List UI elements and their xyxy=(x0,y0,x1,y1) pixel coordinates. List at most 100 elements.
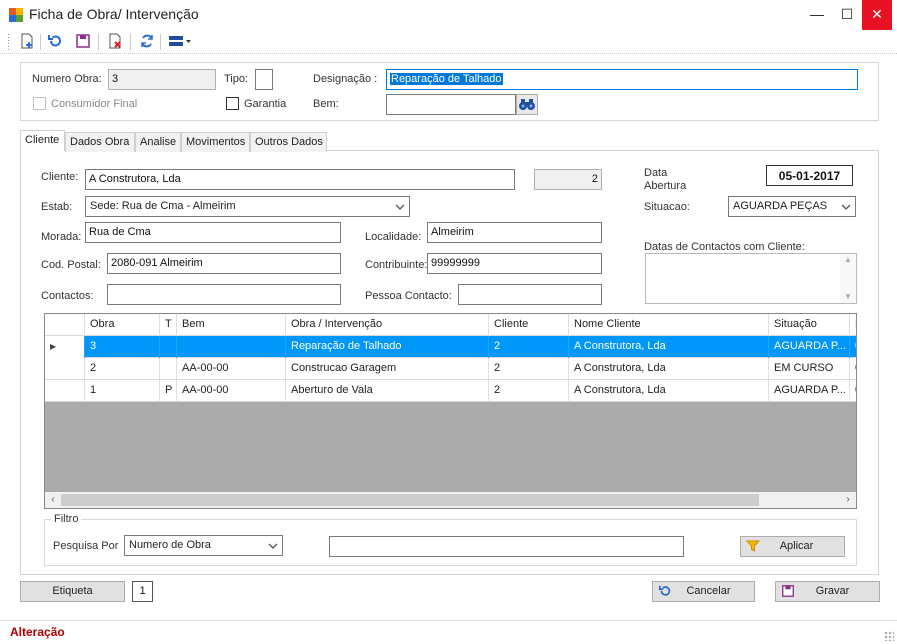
cell-t[interactable] xyxy=(160,336,177,358)
column-header-d[interactable]: D xyxy=(850,314,856,336)
filtro-search-input[interactable] xyxy=(329,536,684,557)
row-selector[interactable]: ▶ xyxy=(45,336,85,358)
cell-nome-cliente[interactable]: A Construtora, Lda xyxy=(569,336,769,358)
numero-obra-field[interactable]: 3 xyxy=(108,69,216,90)
localidade-field[interactable]: Almeirim xyxy=(427,222,602,243)
datas-contactos-textarea[interactable]: ▲ ▼ xyxy=(645,253,857,304)
contribuinte-field[interactable]: 99999999 xyxy=(427,253,602,274)
cell-obra[interactable]: 2 xyxy=(85,358,160,380)
tab-dados-obra[interactable]: Dados Obra xyxy=(65,132,135,152)
cell-d[interactable]: 0 xyxy=(850,380,856,402)
tipo-field[interactable] xyxy=(255,69,273,90)
cell-situacao[interactable]: AGUARDA P... xyxy=(769,336,850,358)
delete-icon[interactable] xyxy=(106,33,124,51)
column-header-obra[interactable]: Obra xyxy=(85,314,160,336)
cell-t[interactable] xyxy=(160,358,177,380)
column-header-intervencao[interactable]: Obra / Intervenção xyxy=(286,314,489,336)
toolbar-grip xyxy=(8,34,9,50)
estab-select[interactable]: Sede: Rua de Cma - Almeirim xyxy=(85,196,410,217)
estab-label: Estab: xyxy=(41,201,73,213)
cell-situacao[interactable]: EM CURSO xyxy=(769,358,850,380)
column-header-bem[interactable]: Bem xyxy=(177,314,286,336)
cliente-number-field[interactable]: 2 xyxy=(534,169,602,190)
cell-nome-cliente[interactable]: A Construtora, Lda xyxy=(569,380,769,402)
toolbar-separator xyxy=(160,34,161,50)
tipo-label: Tipo: xyxy=(224,73,249,85)
cell-obra[interactable]: 1 xyxy=(85,380,160,402)
garantia-checkbox[interactable] xyxy=(226,97,239,110)
scroll-up-icon[interactable]: ▲ xyxy=(840,254,856,266)
cell-d[interactable]: 0 xyxy=(850,358,856,380)
resize-grip-icon[interactable] xyxy=(884,631,894,641)
cell-intervencao[interactable]: Construcao Garagem xyxy=(286,358,489,380)
etiqueta-count-field[interactable]: 1 xyxy=(132,581,153,602)
tab-cliente[interactable]: Cliente xyxy=(20,130,65,151)
cell-obra[interactable]: 3 xyxy=(85,336,160,358)
cod-postal-field[interactable]: 2080-091 Almeirim xyxy=(107,253,341,274)
cell-bem[interactable]: AA-00-00 xyxy=(177,358,286,380)
grid-horizontal-scrollbar[interactable]: ‹ › xyxy=(45,492,856,508)
cell-nome-cliente[interactable]: A Construtora, Lda xyxy=(569,358,769,380)
new-icon[interactable] xyxy=(18,33,36,51)
tab-outros-dados[interactable]: Outros Dados xyxy=(250,132,327,152)
tab-movimentos[interactable]: Movimentos xyxy=(181,132,250,152)
contactos-field[interactable] xyxy=(107,284,341,305)
cliente-label: Cliente: xyxy=(41,171,79,183)
etiqueta-button[interactable]: Etiqueta xyxy=(20,581,125,602)
pessoa-contacto-field[interactable] xyxy=(458,284,602,305)
data-abertura-label-line2: Abertura xyxy=(644,180,687,192)
aplicar-label: Aplicar xyxy=(779,540,814,552)
undo-icon[interactable] xyxy=(46,33,64,51)
maximize-button[interactable]: ☐ xyxy=(832,0,862,30)
table-row[interactable]: 2 AA-00-00 Construcao Garagem 2 A Constr… xyxy=(45,358,856,380)
datas-contactos-scrollbar[interactable]: ▲ ▼ xyxy=(840,254,856,303)
cell-t[interactable]: P xyxy=(160,380,177,402)
designacao-field[interactable]: Reparação de Talhado xyxy=(386,69,858,90)
gravar-button[interactable]: Gravar xyxy=(775,581,880,602)
current-row-indicator-icon: ▶ xyxy=(50,342,57,351)
morada-field[interactable]: Rua de Cma xyxy=(85,222,341,243)
cell-cliente[interactable]: 2 xyxy=(489,380,569,402)
scrollbar-thumb[interactable] xyxy=(61,494,759,506)
cell-cliente[interactable]: 2 xyxy=(489,358,569,380)
data-abertura-label-line1: Data xyxy=(644,167,668,179)
consumidor-final-checkbox[interactable] xyxy=(33,97,46,110)
column-header-nome-cliente[interactable]: Nome Cliente xyxy=(569,314,769,336)
grid-header: Obra T Bem Obra / Intervenção Cliente No… xyxy=(45,314,856,336)
column-header-situacao[interactable]: Situação xyxy=(769,314,850,336)
bem-search-button[interactable] xyxy=(516,94,538,115)
scroll-down-icon[interactable]: ▼ xyxy=(840,291,856,303)
status-bar: Alteração xyxy=(0,620,897,644)
minimize-button[interactable]: — xyxy=(802,0,832,30)
layout-dropdown-icon[interactable] xyxy=(166,33,194,51)
bem-field[interactable] xyxy=(386,94,516,115)
table-row[interactable]: 1 P AA-00-00 Aberturo de Vala 2 A Constr… xyxy=(45,380,856,402)
save-icon[interactable] xyxy=(74,33,92,51)
cliente-field[interactable]: A Construtora, Lda xyxy=(85,169,515,190)
scroll-right-icon[interactable]: › xyxy=(842,494,854,506)
close-button[interactable]: ✕ xyxy=(862,0,892,30)
cancelar-button[interactable]: Cancelar xyxy=(652,581,755,602)
scroll-left-icon[interactable]: ‹ xyxy=(47,494,59,506)
situacao-label: Situacao: xyxy=(644,201,690,213)
cell-situacao[interactable]: AGUARDA P... xyxy=(769,380,850,402)
data-abertura-field[interactable]: 05-01-2017 xyxy=(766,165,853,186)
row-selector[interactable] xyxy=(45,358,85,380)
cell-intervencao[interactable]: Reparação de Talhado xyxy=(286,336,489,358)
cell-d[interactable]: 0 xyxy=(850,336,856,358)
cell-bem[interactable]: AA-00-00 xyxy=(177,380,286,402)
pesquisa-por-select[interactable]: Numero de Obra xyxy=(124,535,283,556)
cancelar-label: Cancelar xyxy=(686,585,731,597)
cell-intervencao[interactable]: Aberturo de Vala xyxy=(286,380,489,402)
row-selector[interactable] xyxy=(45,380,85,402)
column-header-t[interactable]: T xyxy=(160,314,177,336)
toolbar xyxy=(0,30,897,54)
tab-analise[interactable]: Analise xyxy=(135,132,181,152)
aplicar-button[interactable]: Aplicar xyxy=(740,536,845,557)
cell-cliente[interactable]: 2 xyxy=(489,336,569,358)
table-row[interactable]: ▶ 3 Reparação de Talhado 2 A Construtora… xyxy=(45,336,856,358)
cell-bem[interactable] xyxy=(177,336,286,358)
column-header-cliente[interactable]: Cliente xyxy=(489,314,569,336)
situacao-select[interactable]: AGUARDA PEÇAS xyxy=(728,196,856,217)
refresh-icon[interactable] xyxy=(138,33,156,51)
